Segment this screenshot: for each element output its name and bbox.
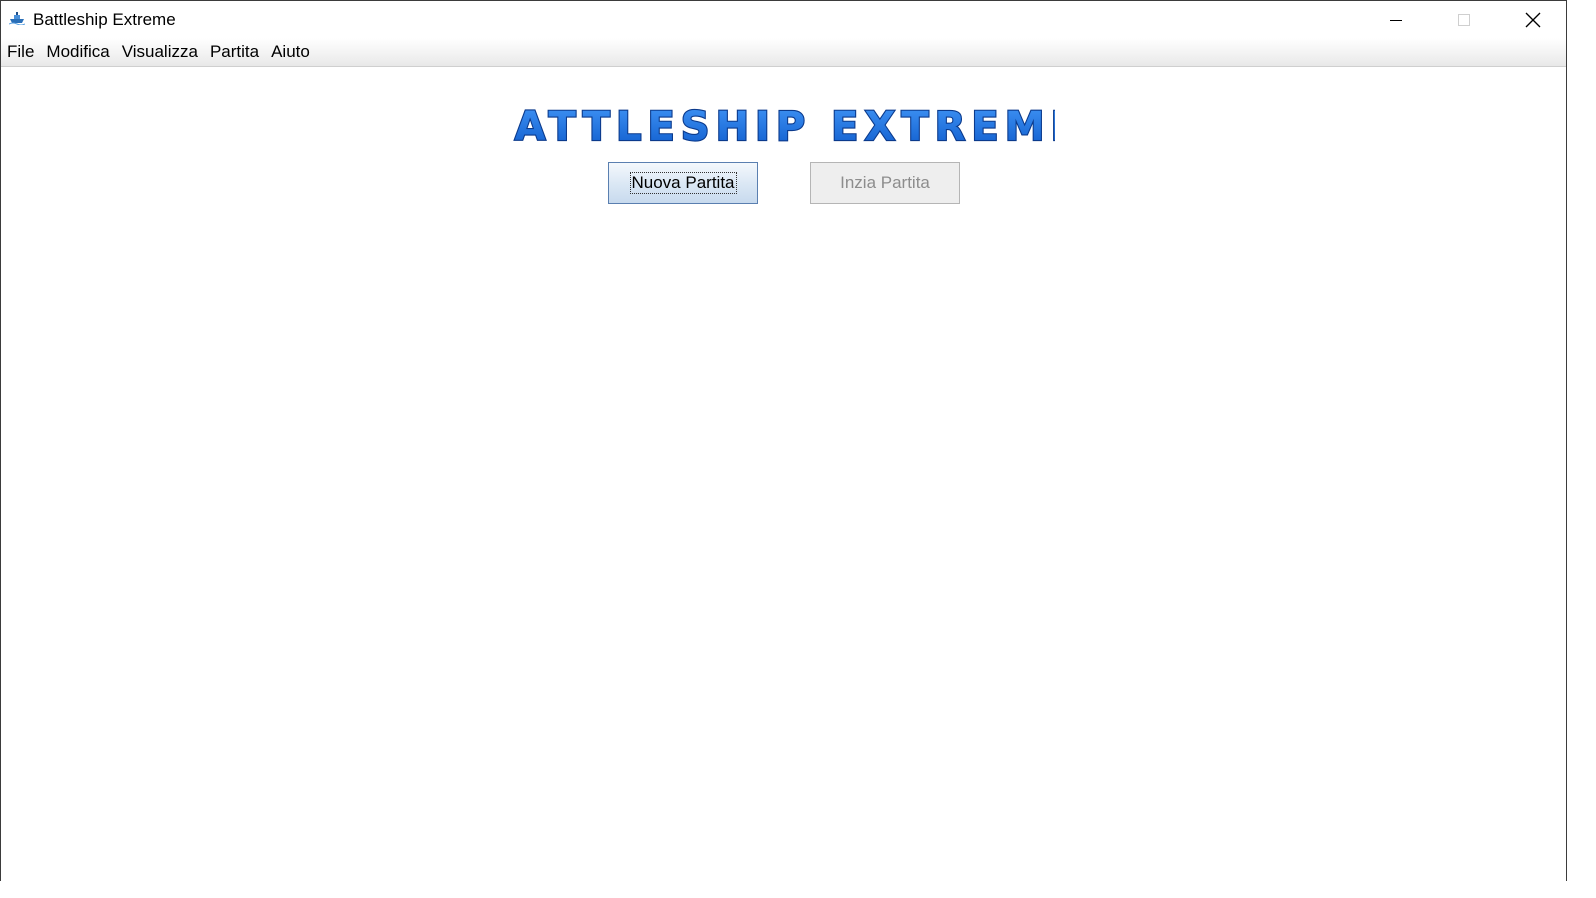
- start-game-label: Inzia Partita: [840, 173, 930, 192]
- logo-text: BATTLESHIP EXTREME: [507, 104, 1055, 149]
- menu-partita[interactable]: Partita: [204, 38, 265, 66]
- start-game-button[interactable]: Inzia Partita: [810, 162, 960, 204]
- menu-visualizza[interactable]: Visualizza: [116, 38, 204, 66]
- minimize-button[interactable]: [1362, 1, 1430, 38]
- menu-bar: File Modifica Visualizza Partita Aiuto: [1, 38, 1566, 67]
- menu-file[interactable]: File: [1, 38, 40, 66]
- new-game-label: Nuova Partita: [629, 172, 737, 194]
- maximize-icon: [1458, 13, 1470, 26]
- game-logo: BATTLESHIP EXTREME: [507, 103, 1055, 149]
- menu-aiuto[interactable]: Aiuto: [265, 38, 316, 66]
- close-icon: [1525, 12, 1541, 27]
- app-window: Battleship Extreme File Modifica Visuali…: [0, 0, 1567, 881]
- ship-icon: [9, 12, 25, 25]
- window-title: Battleship Extreme: [33, 10, 176, 29]
- maximize-button[interactable]: [1430, 1, 1498, 38]
- minimize-icon: [1390, 19, 1402, 21]
- title-bar[interactable]: Battleship Extreme: [1, 1, 1566, 38]
- menu-modifica[interactable]: Modifica: [40, 38, 115, 66]
- main-panel: BATTLESHIP EXTREME Nuova Partita Inzia P…: [1, 67, 1566, 881]
- close-button[interactable]: [1499, 1, 1567, 38]
- new-game-button[interactable]: Nuova Partita: [608, 162, 758, 204]
